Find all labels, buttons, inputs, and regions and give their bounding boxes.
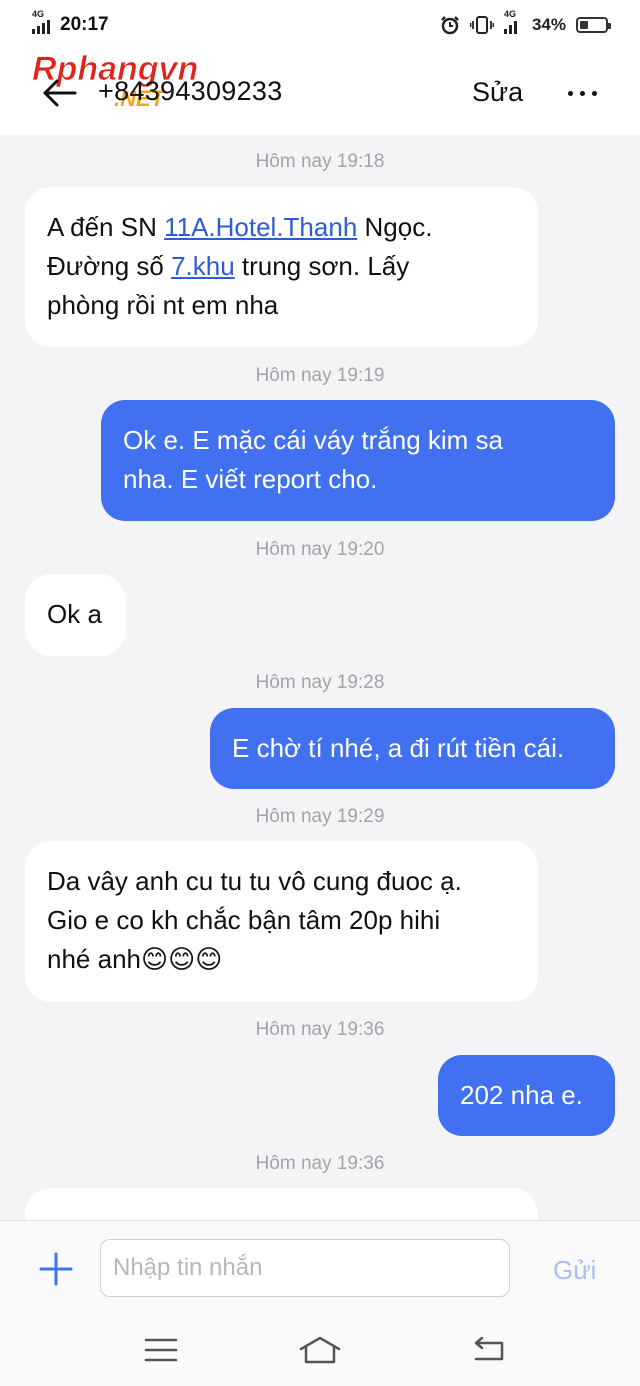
incoming-message-bubble[interactable] [25,1188,538,1220]
message-text: Ngọc. [357,212,433,242]
outgoing-message-bubble[interactable]: 202 nha e. [438,1055,615,1136]
message-text: A đến SN [47,212,165,242]
battery-percent: 34% [531,15,566,34]
incoming-message-bubble[interactable]: Ok a [25,574,126,656]
signal-icon-right: 4G [503,9,522,34]
network-type-left: 4G [32,9,45,19]
battery-icon [576,17,611,33]
message-line: Đường số 7.khu trung sơn. Lấy [47,247,516,286]
message-text: E chờ tí nhé, a đi rút tiền cái. [232,733,565,763]
conversation-header: Rphangvn .NET +84394309233 Sửa [0,50,640,135]
incoming-message-bubble[interactable]: A đến SN 11A.Hotel.Thanh Ngọc. Đường số … [25,187,538,347]
clock: 20:17 [60,14,109,35]
message-timestamp: Hôm nay 19:29 [255,806,385,827]
outgoing-message-bubble[interactable]: Ok e. E mặc cái váy trắng kim sa nha. E … [101,400,615,521]
message-timestamp: Hôm nay 19:19 [255,365,385,386]
more-dot [591,90,597,96]
more-options-button[interactable] [560,78,604,108]
message-timestamp: Hôm nay 19:28 [255,672,385,693]
message-timestamp: Hôm nay 19:36 [255,1153,385,1174]
incoming-message-bubble[interactable]: Da vây anh cu tu tu vô cung đuoc ạ. Gio … [25,841,538,1002]
menu-button[interactable] [139,1330,183,1370]
menu-icon [144,1338,178,1362]
message-text: Da vây anh cu tu tu vô cung đuoc ạ. [47,866,462,896]
message-line: A đến SN 11A.Hotel.Thanh Ngọc. [47,208,516,247]
back-arrow-icon [43,79,77,107]
message-text: nha. E viết report cho. [123,464,378,494]
alarm-icon [441,16,459,35]
plus-icon[interactable] [38,1251,74,1287]
compose-bar: Gửi [0,1220,640,1316]
system-navigation-bar [0,1316,640,1386]
address-link[interactable]: 11A.Hotel.Thanh [164,212,357,242]
contact-number: +84394309233 [98,76,283,106]
system-back-button[interactable] [466,1330,510,1370]
battery-fill [580,21,589,29]
vibrate-icon [469,16,494,34]
home-button[interactable] [298,1330,342,1370]
message-text: Gio e co kh chắc bận tâm 20p hihi [47,905,441,935]
signal-icon: 4G [32,9,54,34]
message-text: 202 nha e. [460,1080,583,1110]
send-button[interactable]: Gửi [553,1255,596,1286]
message-input[interactable] [100,1239,510,1297]
message-timestamp: Hôm nay 19:18 [255,151,385,172]
home-icon [299,1336,341,1364]
network-type-right: 4G [503,9,516,19]
back-icon [474,1336,504,1361]
status-left: 4G 20:17 [32,9,109,36]
message-text: trung sơn. Lấy [234,251,410,281]
message-timestamp: Hôm nay 19:36 [255,1019,385,1040]
message-list[interactable]: Hôm nay 19:18 A đến SN 11A.Hotel.Thanh N… [0,135,640,1220]
message-timestamp: Hôm nay 19:20 [255,539,385,560]
status-right: 4G 34% [440,9,611,35]
status-bar: 4G 20:17 4G 34% [0,0,640,50]
more-dots-icon [567,90,573,96]
message-text: Ok e. E mặc cái váy trắng kim sa [123,425,504,455]
more-dot [579,90,585,96]
edit-button[interactable]: Sửa [472,77,523,108]
back-button[interactable] [38,72,80,114]
outgoing-message-bubble[interactable]: E chờ tí nhé, a đi rút tiền cái. [210,708,615,789]
message-text: Đường số [47,251,172,281]
address-link[interactable]: 7.khu [171,251,235,281]
message-text: phòng rồi nt em nha [47,290,279,320]
message-text: nhé anh😊😊😊 [47,944,223,974]
message-text: Ok a [47,599,102,629]
